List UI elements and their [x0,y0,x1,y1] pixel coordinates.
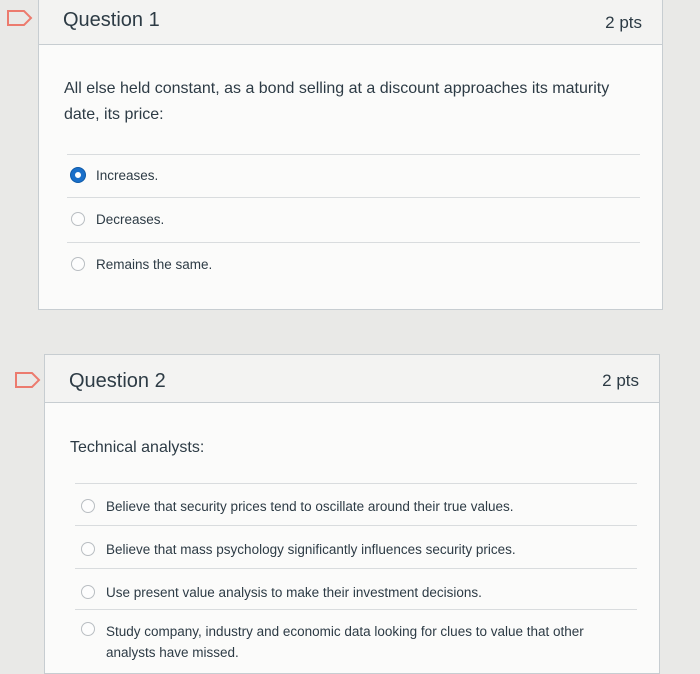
radio-button[interactable] [71,257,85,271]
question-points: 2 pts [602,371,639,390]
radio-button[interactable] [81,542,95,556]
answer-divider [75,609,637,610]
question-text: All else held constant, as a bond sellin… [64,80,610,123]
answer-label: Believe that security prices tend to osc… [106,499,514,514]
radio-button[interactable] [81,499,95,513]
question-header: Question 2 2 pts [45,355,659,403]
radio-button[interactable] [81,585,95,599]
answer-divider [75,525,637,526]
answer-option[interactable]: Remains the same. [71,256,212,274]
question-header: Question 1 2 pts [39,0,662,45]
answer-label: Increases. [96,168,159,183]
question-title: Question 2 [69,370,166,392]
answer-option[interactable]: Decreases. [71,211,164,229]
answer-option[interactable]: Use present value analysis to make their… [81,584,482,602]
question-card-1: Question 1 2 pts All else held constant,… [38,0,663,310]
answer-label: Believe that mass psychology significant… [106,542,516,557]
answer-divider [75,568,637,569]
answer-label: Remains the same. [96,257,213,272]
flag-question-icon[interactable] [14,371,42,389]
flag-question-icon[interactable] [6,9,34,27]
answer-option[interactable]: Study company, industry and economic dat… [81,621,611,663]
answer-option[interactable]: Believe that security prices tend to osc… [81,498,513,516]
answer-divider [67,242,640,243]
radio-button[interactable] [71,212,85,226]
answer-option[interactable]: Believe that mass psychology significant… [81,541,516,559]
answer-divider [67,197,640,198]
question-text: Technical analysts: [70,439,205,456]
answer-divider [67,154,640,155]
question-card-2: Question 2 2 pts Technical analysts: Bel… [44,354,660,674]
answer-option[interactable]: Increases. [71,167,158,185]
answer-divider [75,483,637,484]
question-points: 2 pts [605,13,642,32]
radio-button[interactable] [81,622,95,636]
answer-label: Study company, industry and economic dat… [106,624,584,660]
answer-label: Decreases. [96,212,165,227]
question-title: Question 1 [63,9,160,31]
answer-label: Use present value analysis to make their… [106,585,482,600]
radio-button-selected[interactable] [71,168,85,182]
